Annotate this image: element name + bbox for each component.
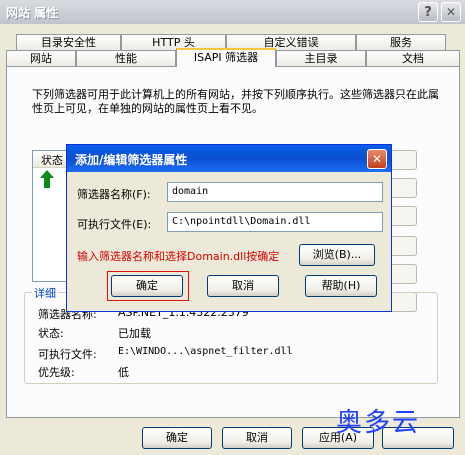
dialog-cancel-button[interactable]: 取消 bbox=[207, 275, 279, 297]
dialog-title: 添加/编辑筛选器属性 bbox=[75, 153, 188, 167]
tab-directory-security[interactable]: 目录安全性 bbox=[16, 34, 121, 50]
instruction-hint: 输入筛选器名称和选择Domain.dll按确定 bbox=[77, 250, 280, 263]
detail-value-exe: E:\WINDO...\aspnet_filter.dll bbox=[118, 346, 293, 357]
cancel-button[interactable]: 取消 bbox=[222, 427, 292, 449]
dialog-ok-button[interactable]: 确定 bbox=[111, 275, 183, 297]
ok-button[interactable]: 确定 bbox=[142, 427, 212, 449]
close-icon: ✕ bbox=[445, 5, 457, 19]
browse-button[interactable]: 浏览(B)... bbox=[299, 244, 375, 266]
dialog-help-button[interactable]: 帮助(H) bbox=[305, 275, 377, 297]
details-group-label: 详细 bbox=[32, 285, 58, 301]
green-arrow-icon bbox=[40, 170, 54, 188]
dialog-close-button[interactable]: ✕ bbox=[367, 149, 387, 169]
tab-website[interactable]: 网站 bbox=[6, 50, 76, 66]
tab-home-directory[interactable]: 主目录 bbox=[276, 50, 366, 66]
detail-label-exe: 可执行文件: bbox=[38, 348, 97, 361]
help-title-button[interactable]: ? bbox=[418, 2, 438, 22]
filters-description: 下列筛选器可用于此计算机上的所有网站，并按下列顺序执行。这些筛选器只在此属性页上… bbox=[32, 88, 439, 115]
tab-performance[interactable]: 性能 bbox=[76, 50, 176, 66]
dialog-titlebar: 添加/编辑筛选器属性 ✕ bbox=[67, 145, 391, 172]
window-title: 网站 属性 bbox=[6, 6, 59, 20]
filter-name-label: 筛选器名称(F): bbox=[77, 188, 151, 201]
tab-service[interactable]: 服务 bbox=[356, 34, 446, 50]
close-icon: ✕ bbox=[371, 152, 383, 166]
close-title-button[interactable]: ✕ bbox=[441, 2, 461, 22]
add-edit-filter-dialog: 添加/编辑筛选器属性 ✕ 筛选器名称(F): domain 可执行文件(E): … bbox=[66, 144, 392, 312]
executable-label: 可执行文件(E): bbox=[77, 218, 152, 231]
question-icon: ? bbox=[424, 4, 432, 20]
tab-documents[interactable]: 文档 bbox=[366, 50, 460, 66]
executable-input[interactable]: C:\npointdll\Domain.dll bbox=[167, 212, 383, 232]
tab-isapi-filters[interactable]: ISAPI 筛选器 bbox=[176, 48, 276, 67]
detail-value-priority: 低 bbox=[118, 366, 129, 379]
window-titlebar: 网站 属性 ? ✕ bbox=[0, 0, 465, 24]
watermark-logo: 奥多云 bbox=[336, 408, 421, 438]
detail-value-status: 已加载 bbox=[118, 327, 151, 340]
filter-name-input[interactable]: domain bbox=[167, 182, 383, 202]
detail-label-priority: 优先级: bbox=[38, 366, 75, 379]
detail-label-status: 状态: bbox=[38, 327, 64, 340]
